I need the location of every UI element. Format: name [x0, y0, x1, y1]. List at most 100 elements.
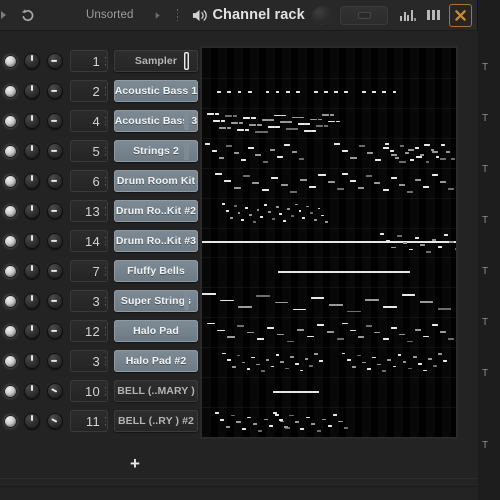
note-block[interactable] — [202, 292, 216, 295]
volume-knob[interactable] — [24, 383, 40, 399]
note-block[interactable] — [449, 241, 454, 243]
channel-index-box[interactable]: 3 — [70, 350, 108, 372]
channel-name-button[interactable]: Fluffy Bells — [114, 260, 198, 282]
note-block[interactable] — [443, 234, 448, 237]
channel-mute-led[interactable] — [4, 324, 17, 338]
channel-row[interactable]: 10 BELL (..MARY ) — [0, 376, 198, 406]
note-block[interactable] — [358, 336, 365, 339]
channel-mute-led[interactable] — [4, 414, 17, 428]
note-block[interactable] — [204, 143, 210, 145]
note-block[interactable] — [366, 152, 373, 154]
note-block[interactable] — [391, 154, 398, 156]
channel-index-box[interactable]: 13 — [70, 200, 108, 222]
vertical-dots-icon[interactable] — [173, 9, 181, 21]
note-block[interactable] — [423, 186, 430, 188]
note-block[interactable] — [300, 428, 305, 431]
note-block[interactable] — [211, 150, 218, 152]
note-block[interactable] — [426, 250, 431, 253]
note-block[interactable] — [237, 324, 245, 327]
note-block[interactable] — [384, 143, 389, 145]
note-block[interactable] — [311, 423, 316, 426]
note-block[interactable] — [325, 221, 329, 224]
note-block[interactable] — [445, 151, 450, 154]
note-block[interactable] — [420, 243, 425, 246]
note-block[interactable] — [337, 188, 345, 190]
bar-levels-icon[interactable] — [397, 4, 419, 26]
note-block[interactable] — [403, 241, 408, 244]
note-block[interactable] — [314, 353, 318, 355]
channel-index-box[interactable]: 10 — [70, 380, 108, 402]
note-block[interactable] — [245, 117, 251, 120]
note-block[interactable] — [225, 426, 230, 428]
note-block[interactable] — [311, 130, 316, 133]
note-block[interactable] — [227, 359, 231, 362]
note-block[interactable] — [412, 355, 417, 358]
note-block[interactable] — [268, 211, 271, 213]
volume-knob[interactable] — [24, 53, 40, 69]
note-block[interactable] — [214, 173, 222, 175]
note-block[interactable] — [271, 177, 279, 179]
note-block[interactable] — [264, 204, 268, 207]
note-block[interactable] — [233, 152, 239, 154]
note-block[interactable] — [395, 156, 399, 159]
note-block[interactable] — [220, 120, 226, 122]
channel-mute-led[interactable] — [4, 84, 17, 98]
note-block[interactable] — [383, 147, 390, 150]
note-block[interactable] — [258, 131, 263, 133]
note-block[interactable] — [252, 423, 257, 426]
note-block[interactable] — [261, 188, 269, 191]
note-block[interactable] — [316, 323, 325, 326]
note-block[interactable] — [447, 188, 454, 190]
channel-row[interactable]: 14 Drum Ro..Kit #3 — [0, 226, 198, 256]
note-block[interactable] — [438, 353, 443, 355]
note-block[interactable] — [382, 338, 389, 341]
note-block[interactable] — [432, 239, 437, 241]
note-block[interactable] — [390, 177, 397, 179]
note-block[interactable] — [231, 366, 236, 369]
note-block[interactable] — [309, 186, 317, 188]
pan-knob[interactable] — [47, 53, 63, 69]
channel-mute-led[interactable] — [4, 234, 17, 248]
note-block[interactable] — [439, 330, 446, 333]
note-block[interactable] — [346, 359, 351, 362]
pan-knob[interactable] — [47, 263, 63, 279]
note-block[interactable] — [443, 360, 448, 362]
note-block[interactable] — [329, 303, 343, 306]
note-block[interactable] — [248, 147, 254, 150]
channel-index-box[interactable]: 1 — [70, 50, 108, 72]
note-block[interactable] — [365, 298, 379, 301]
note-block[interactable] — [290, 190, 298, 193]
note-block[interactable] — [238, 122, 244, 124]
note-block[interactable] — [226, 126, 232, 129]
note-block[interactable] — [233, 205, 237, 207]
plus-icon[interactable]: + — [128, 455, 142, 472]
note-block[interactable] — [313, 219, 317, 222]
note-block[interactable] — [415, 147, 420, 150]
volume-knob[interactable] — [24, 113, 40, 129]
channel-row[interactable]: 7 Fluffy Bells — [0, 256, 198, 286]
note-block[interactable] — [304, 357, 309, 360]
note-block[interactable] — [450, 158, 455, 160]
display-pill[interactable] — [340, 5, 388, 25]
note-block[interactable] — [290, 215, 294, 218]
pan-knob[interactable] — [47, 413, 63, 429]
note-block[interactable] — [385, 239, 390, 242]
note-block[interactable] — [220, 419, 225, 422]
channel-mute-led[interactable] — [4, 114, 17, 128]
note-block[interactable] — [252, 181, 260, 184]
note-block[interactable] — [294, 421, 299, 424]
note-block[interactable] — [349, 179, 356, 182]
volume-knob[interactable] — [24, 353, 40, 369]
pan-knob[interactable] — [47, 113, 63, 129]
note-block[interactable] — [316, 430, 321, 433]
note-block[interactable] — [420, 154, 425, 156]
note-block[interactable] — [221, 126, 227, 129]
note-block[interactable] — [260, 215, 264, 218]
note-block[interactable] — [229, 216, 233, 219]
note-block[interactable] — [398, 184, 405, 186]
note-block[interactable] — [382, 188, 389, 191]
note-block[interactable] — [258, 430, 263, 433]
channel-row[interactable]: 2 Acoustic Bass 1 — [0, 76, 198, 106]
channel-position-indicator[interactable] — [184, 52, 189, 70]
note-block[interactable] — [402, 360, 407, 363]
